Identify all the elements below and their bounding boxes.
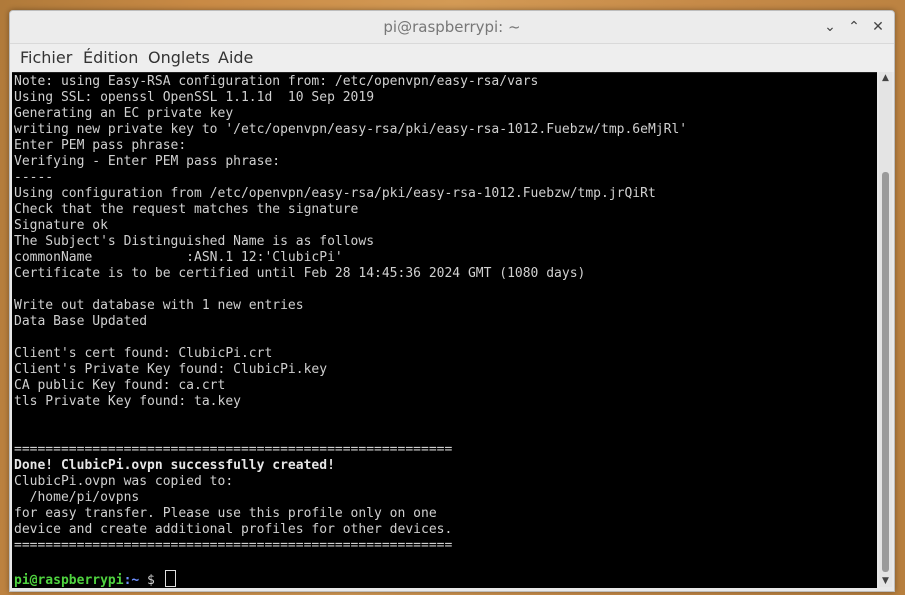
text-cursor: [164, 570, 176, 587]
prompt-line[interactable]: pi@raspberrypi:~ $: [14, 570, 877, 588]
vertical-scrollbar[interactable]: ▲ ▼: [879, 72, 892, 587]
menu-edition[interactable]: Édition: [83, 48, 138, 67]
prompt-user: pi@raspberrypi: [14, 573, 124, 588]
terminal-line: Verifying - Enter PEM pass phrase:: [14, 154, 281, 169]
minimize-button[interactable]: ⌄: [822, 19, 838, 35]
terminal-line: Generating an EC private key: [14, 106, 234, 121]
close-button[interactable]: ✕: [870, 19, 886, 35]
prompt-symbol: $: [139, 573, 163, 588]
terminal-window: pi@raspberrypi: ~ ⌄ ⌃ ✕ Fichier Édition …: [9, 10, 895, 592]
prompt-path: :~: [123, 573, 140, 588]
terminal-line: writing new private key to '/etc/openvpn…: [14, 122, 688, 137]
scrollbar-thumb[interactable]: [882, 172, 889, 572]
terminal-line: CA public Key found: ca.crt: [14, 378, 226, 393]
menu-bar: Fichier Édition Onglets Aide: [10, 44, 894, 72]
terminal-line: Signature ok: [14, 218, 108, 233]
terminal-line: ========================================…: [14, 538, 453, 553]
terminal-line: Client's Private Key found: ClubicPi.key: [14, 362, 328, 377]
terminal-line: device and create additional profiles fo…: [14, 522, 453, 537]
terminal-line: Write out database with 1 new entries: [14, 298, 304, 313]
terminal-line: commonName :ASN.1 12:'ClubicPi': [14, 250, 343, 265]
maximize-button[interactable]: ⌃: [846, 19, 862, 35]
terminal-line: -----: [14, 170, 54, 185]
terminal-line: ========================================…: [14, 442, 453, 457]
terminal-line: Using SSL: openssl OpenSSL 1.1.1d 10 Sep…: [14, 90, 375, 105]
menu-onglets[interactable]: Onglets: [148, 48, 210, 67]
terminal-line: ClubicPi.ovpn was copied to:: [14, 474, 234, 489]
terminal-line: for easy transfer. Please use this profi…: [14, 506, 437, 521]
terminal-line: Certificate is to be certified until Feb…: [14, 266, 586, 281]
terminal-output[interactable]: Note: using Easy-RSA configuration from:…: [12, 72, 877, 588]
terminal-line: Check that the request matches the signa…: [14, 202, 359, 217]
terminal-line: Data Base Updated: [14, 314, 148, 329]
terminal-line: tls Private Key found: ta.key: [14, 394, 241, 409]
menu-aide[interactable]: Aide: [218, 48, 253, 67]
terminal-line: The Subject's Distinguished Name is as f…: [14, 234, 375, 249]
scroll-up-arrow-icon[interactable]: ▲: [879, 72, 892, 84]
terminal-line: Using configuration from /etc/openvpn/ea…: [14, 186, 656, 201]
menu-fichier[interactable]: Fichier: [20, 48, 72, 67]
terminal-line: /home/pi/ovpns: [14, 490, 140, 505]
title-bar[interactable]: pi@raspberrypi: ~ ⌄ ⌃ ✕: [10, 11, 894, 44]
terminal-line: Done! ClubicPi.ovpn successfully created…: [14, 458, 335, 473]
terminal-line: Note: using Easy-RSA configuration from:…: [14, 74, 539, 89]
terminal-line: Client's cert found: ClubicPi.crt: [14, 346, 273, 361]
terminal-line: Enter PEM pass phrase:: [14, 138, 187, 153]
terminal-lines: Note: using Easy-RSA configuration from:…: [14, 74, 877, 588]
window-title: pi@raspberrypi: ~: [383, 18, 521, 36]
scroll-down-arrow-icon[interactable]: ▼: [879, 575, 892, 587]
